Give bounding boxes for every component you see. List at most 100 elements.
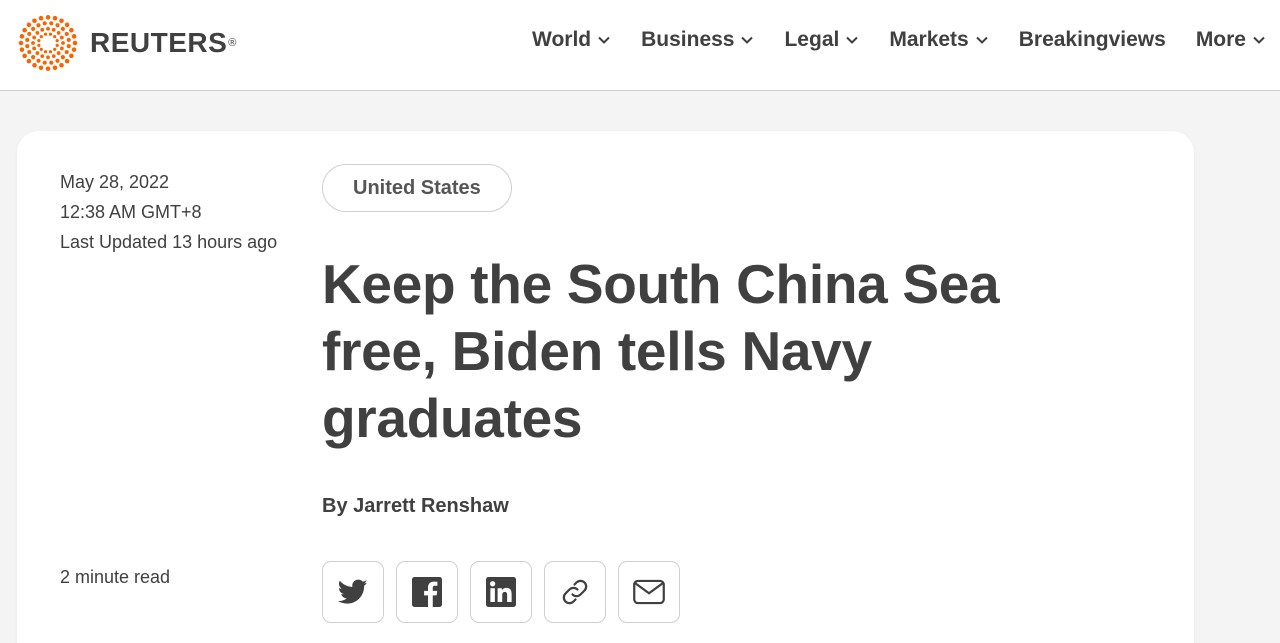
logo-dot	[71, 47, 77, 52]
nav-markets-label: Markets	[889, 28, 969, 51]
email-icon	[633, 579, 665, 605]
nav-business-label: Business	[641, 28, 735, 51]
logo-dot	[60, 26, 65, 31]
logo-dot	[53, 35, 57, 39]
read-time: 2 minute read	[60, 567, 171, 587]
article-headline: Keep the South China Sea free, Biden tel…	[322, 253, 1000, 449]
logo-dot	[36, 58, 41, 63]
nav-markets[interactable]: Markets	[889, 28, 988, 52]
registered-mark: ®	[228, 37, 237, 49]
logo-dot	[39, 47, 43, 51]
logo-dot	[46, 55, 50, 60]
logo-dot	[19, 34, 25, 39]
logo-dot	[61, 41, 65, 45]
logo-dot	[71, 34, 77, 39]
share-linkedin-button[interactable]	[470, 561, 532, 623]
logo-dot	[59, 18, 64, 24]
logo-dot	[51, 27, 56, 32]
logo-dot	[43, 50, 48, 54]
logo-dot	[31, 26, 36, 31]
logo-dot	[26, 22, 32, 28]
logo-dot	[36, 23, 41, 28]
logo-dot	[42, 21, 47, 26]
nav-more[interactable]: More	[1196, 28, 1266, 52]
logo-dot	[48, 50, 53, 54]
logo-dot	[39, 35, 43, 39]
logo-dot	[45, 66, 51, 71]
logo-dot	[25, 44, 30, 49]
logo-dot	[42, 60, 47, 65]
share-bar	[322, 561, 692, 623]
logo-dot	[52, 15, 58, 21]
logo-dot	[66, 37, 71, 42]
twitter-icon	[338, 579, 368, 604]
logo-dot	[56, 51, 61, 55]
logo-dot	[69, 27, 74, 33]
logo-dot	[35, 51, 40, 55]
logo-dot	[31, 55, 36, 60]
logo-dot	[69, 53, 74, 59]
chevron-down-icon	[845, 33, 859, 47]
byline: By Jarrett Renshaw	[322, 495, 509, 518]
reuters-dots-icon	[18, 15, 78, 71]
nav-legal[interactable]: Legal	[784, 28, 859, 52]
nav-breakingviews-label: Breakingviews	[1018, 28, 1166, 51]
link-icon	[562, 579, 588, 605]
logo-dot	[52, 65, 58, 71]
logo-dot	[19, 47, 25, 52]
nav-business[interactable]: Business	[641, 28, 754, 52]
logo-dot	[25, 37, 30, 42]
author-link[interactable]: Jarrett Renshaw	[353, 495, 509, 517]
logo-dot	[51, 54, 56, 59]
facebook-icon	[412, 577, 442, 607]
logo-dot	[45, 15, 51, 20]
logo-dot	[31, 41, 35, 45]
logo-dot	[64, 22, 70, 28]
chevron-down-icon	[975, 33, 989, 47]
logo-dot	[55, 43, 59, 47]
logo-dot	[59, 46, 64, 51]
main-nav: World Business Legal Markets Breakingvie…	[502, 28, 1266, 52]
logo-dot	[32, 35, 37, 40]
linkedin-icon	[486, 577, 516, 607]
publish-time: 12:38 AM GMT+8	[60, 202, 202, 222]
logo-dot	[40, 54, 45, 59]
logo-dot	[37, 43, 41, 47]
logo-dot	[48, 32, 53, 36]
logo-dot	[60, 55, 65, 60]
nav-world[interactable]: World	[532, 28, 611, 52]
logo-dot	[38, 65, 44, 71]
article-meta: May 28, 2022 12:38 AM GMT+8 Last Updated…	[60, 167, 280, 257]
copy-link-button[interactable]	[544, 561, 606, 623]
topic-tag[interactable]: United States	[322, 164, 512, 212]
logo-dot	[59, 62, 64, 68]
logo-dot	[56, 31, 61, 35]
logo-dot	[49, 21, 54, 26]
logo-dot	[64, 31, 69, 37]
logo-dot	[27, 49, 32, 55]
chevron-down-icon	[1252, 33, 1266, 47]
logo-dot	[43, 32, 48, 36]
logo-dot	[55, 23, 60, 28]
logo-dot	[32, 18, 37, 24]
nav-breakingviews[interactable]: Breakingviews	[1019, 28, 1166, 52]
publish-date: May 28, 2022	[60, 172, 170, 192]
chevron-down-icon	[597, 33, 611, 47]
logo-dot	[22, 27, 27, 33]
logo-dot	[49, 60, 54, 65]
logo-wordmark: REUTERS	[90, 27, 228, 58]
nav-more-label: More	[1195, 28, 1246, 51]
logo-dot	[35, 31, 40, 35]
logo-dot	[72, 40, 78, 46]
site-header: REUTERS ® World Business Legal Markets Br…	[0, 0, 1280, 91]
logo-dot	[26, 58, 32, 64]
logo-dot	[37, 39, 41, 43]
share-twitter-button[interactable]	[322, 561, 384, 623]
share-facebook-button[interactable]	[396, 561, 458, 623]
reuters-logo[interactable]: REUTERS ®	[17, 14, 236, 72]
nav-legal-label: Legal	[784, 28, 840, 51]
logo-dot	[66, 44, 71, 49]
chevron-down-icon	[740, 33, 754, 47]
byline-prefix: By	[322, 495, 348, 517]
share-email-button[interactable]	[618, 561, 680, 623]
